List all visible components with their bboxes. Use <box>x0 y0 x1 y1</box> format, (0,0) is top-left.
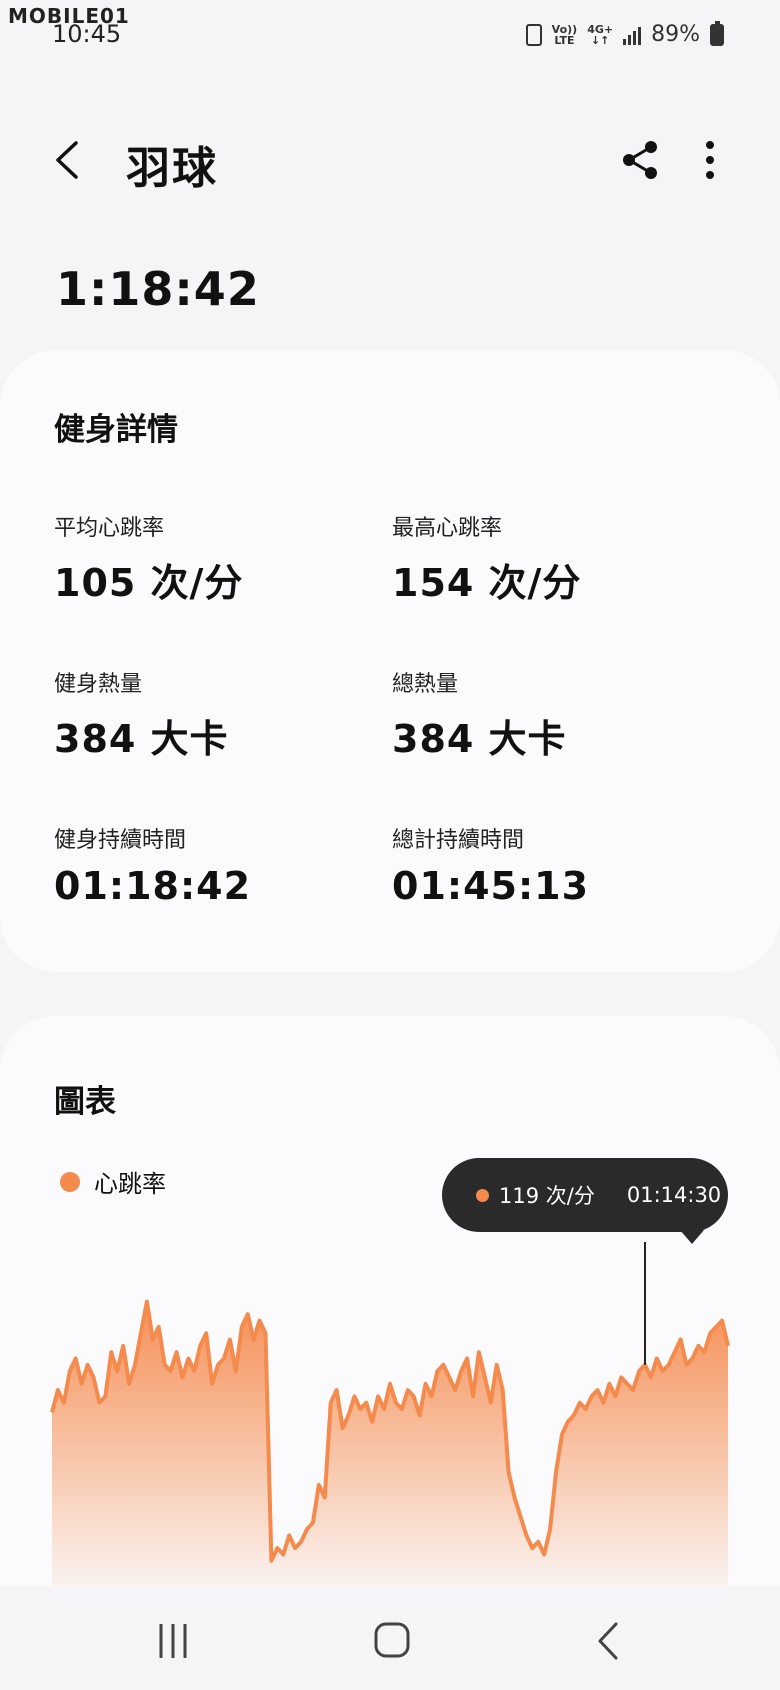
stat-avg-heart-rate: 平均心跳率 105 次/分 <box>54 510 374 607</box>
system-back-button[interactable] <box>580 1616 640 1666</box>
home-button[interactable] <box>362 1616 422 1666</box>
stat-max-heart-rate: 最高心跳率 154 次/分 <box>392 510 712 607</box>
legend-dot <box>60 1171 80 1192</box>
stat-total-calories: 總熱量 384 大卡 <box>392 666 712 763</box>
stat-value: 105 次/分 <box>54 561 244 605</box>
share-icon <box>623 141 657 179</box>
network-arrows-label: ↓↑ <box>590 33 610 47</box>
stat-label: 最高心跳率 <box>392 516 503 541</box>
heart-rate-area <box>52 1301 728 1586</box>
workout-duration: 1:18:42 <box>56 262 260 316</box>
more-options-button[interactable] <box>690 135 730 185</box>
chart-tooltip: 119 次/分 01:14:30 <box>442 1158 728 1232</box>
details-title: 健身詳情 <box>54 412 178 448</box>
back-button[interactable] <box>44 135 94 185</box>
stat-value: 384 大卡 <box>54 717 229 761</box>
status-icons: Vo)) LTE 4G+ ↓↑ 89% <box>525 20 724 47</box>
share-button[interactable] <box>615 135 665 185</box>
volte-indicator: Vo)) LTE <box>552 24 578 46</box>
back-icon <box>598 1622 618 1660</box>
tooltip-dot <box>476 1188 489 1202</box>
chart-legend: 心跳率 <box>60 1164 166 1199</box>
stat-value: 01:45:13 <box>392 864 590 908</box>
signal-icon <box>623 25 642 45</box>
heart-rate-chart[interactable] <box>0 1230 780 1590</box>
page-title: 羽球 <box>126 143 218 194</box>
lte-label: LTE <box>554 33 575 47</box>
legend-label: 心跳率 <box>94 1170 166 1198</box>
nfc-icon <box>525 23 542 46</box>
recent-apps-icon <box>159 1624 187 1658</box>
stat-value: 154 次/分 <box>392 561 582 605</box>
status-clock: 10:45 <box>52 20 122 48</box>
stat-label: 總計持續時間 <box>392 828 525 853</box>
stat-label: 健身熱量 <box>54 672 143 697</box>
status-bar: MOBILE01 10:45 Vo)) LTE 4G+ ↓↑ 89% <box>0 0 780 60</box>
stat-label: 平均心跳率 <box>54 516 165 541</box>
chart-title: 圖表 <box>54 1084 116 1120</box>
app-header: 羽球 <box>0 110 780 210</box>
stat-workout-calories: 健身熱量 384 大卡 <box>54 666 374 763</box>
stat-workout-duration: 健身持續時間 01:18:42 <box>54 822 374 908</box>
tooltip-time: 01:14:30 <box>626 1183 722 1207</box>
network-indicator: 4G+ ↓↑ <box>587 24 613 46</box>
stat-value: 384 大卡 <box>392 717 567 761</box>
workout-details-card: 健身詳情 平均心跳率 105 次/分 最高心跳率 154 次/分 健身熱量 38… <box>0 350 780 972</box>
more-vertical-icon <box>706 141 714 179</box>
volte-label: Vo)) <box>551 22 578 36</box>
system-nav-bar <box>0 1586 780 1690</box>
network-label: 4G+ <box>587 22 614 36</box>
stat-label: 健身持續時間 <box>54 828 187 853</box>
battery-percent: 89% <box>651 22 700 47</box>
home-icon <box>374 1622 410 1658</box>
tooltip-value: 119 次/分 <box>499 1184 595 1208</box>
chevron-left-icon <box>56 141 78 179</box>
battery-icon <box>710 20 724 46</box>
recent-apps-button[interactable] <box>143 1616 203 1666</box>
stat-value: 01:18:42 <box>54 864 252 908</box>
stat-label: 總熱量 <box>392 672 459 697</box>
stat-total-duration: 總計持續時間 01:45:13 <box>392 822 712 908</box>
